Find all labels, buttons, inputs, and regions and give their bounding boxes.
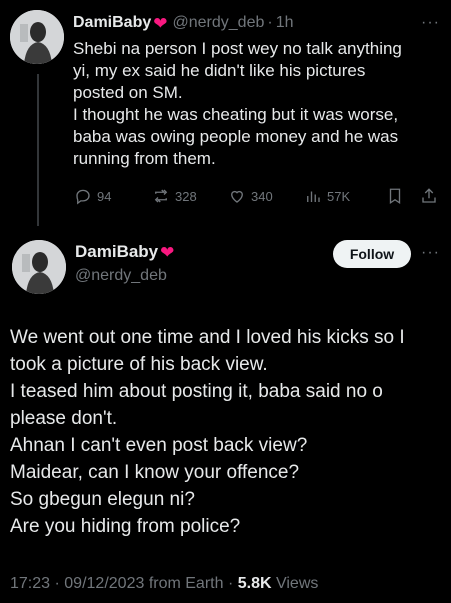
share-button[interactable] bbox=[420, 187, 438, 205]
reply-header: DamiBaby ❤ @nerdy_deb · 1h bbox=[73, 11, 293, 35]
reply-button[interactable]: 94 bbox=[74, 187, 111, 205]
follow-button[interactable]: Follow bbox=[333, 240, 411, 268]
reply-avatar[interactable] bbox=[10, 10, 64, 64]
reply-text-line: running from them. bbox=[73, 149, 216, 168]
bookmark-icon bbox=[389, 188, 401, 205]
views-icon bbox=[307, 191, 320, 202]
views-button[interactable]: 57K bbox=[304, 187, 350, 205]
main-text-line: Are you hiding from police? bbox=[10, 516, 241, 537]
separator-dot: · bbox=[54, 575, 60, 592]
like-icon bbox=[231, 190, 243, 203]
reply-text-line: Shebi na person I post wey no talk anyth… bbox=[73, 39, 402, 58]
red-heart-emoji-icon: ❤ bbox=[160, 242, 175, 262]
bookmark-button[interactable] bbox=[386, 187, 404, 205]
main-text-line: please don't. bbox=[10, 408, 118, 429]
repost-count: 328 bbox=[175, 188, 197, 204]
tweet-date[interactable]: 09/12/2023 bbox=[64, 575, 144, 592]
main-avatar[interactable] bbox=[12, 240, 66, 294]
reply-timestamp[interactable]: 1h bbox=[276, 14, 294, 32]
reply-more-options-icon[interactable]: ··· bbox=[421, 14, 440, 32]
tweet-views-label: Views bbox=[275, 575, 319, 592]
reply-count: 94 bbox=[97, 188, 112, 204]
main-more-options-icon[interactable]: ··· bbox=[421, 244, 440, 262]
separator-dot: · bbox=[267, 14, 273, 31]
views-count: 57K bbox=[327, 188, 351, 204]
red-heart-emoji-icon: ❤ bbox=[153, 13, 168, 33]
reply-text-line: yi, my ex said he didn't like his pictur… bbox=[73, 61, 366, 80]
main-author-row: DamiBaby ❤ bbox=[75, 242, 174, 262]
main-text-line: Maidear, can I know your offence? bbox=[10, 462, 300, 483]
tweet-source: from Earth bbox=[148, 575, 224, 592]
main-author-handle[interactable]: @nerdy_deb bbox=[75, 267, 167, 285]
repost-button[interactable]: 328 bbox=[152, 187, 197, 205]
reply-text-line: posted on SM. bbox=[73, 83, 183, 102]
tweet-views-count[interactable]: 5.8K bbox=[238, 575, 272, 592]
main-text-line: took a picture of his back view. bbox=[10, 354, 268, 375]
main-text-line: I teased him about posting it, baba said… bbox=[10, 381, 383, 402]
reply-text-line: baba was owing people money and he was bbox=[73, 127, 399, 146]
tweet-metadata: 17:23 · 09/12/2023 from Earth · 5.8K Vie… bbox=[10, 575, 318, 593]
main-author-name[interactable]: DamiBaby bbox=[75, 242, 158, 262]
repost-icon bbox=[154, 189, 168, 203]
main-text-line: Ahnan I can't even post back view? bbox=[10, 435, 308, 456]
like-count: 340 bbox=[251, 188, 273, 204]
thread-connector-line bbox=[37, 74, 39, 226]
tweet-time[interactable]: 17:23 bbox=[10, 575, 50, 592]
share-icon bbox=[422, 188, 436, 203]
main-text-line: We went out one time and I loved his kic… bbox=[10, 327, 405, 348]
like-button[interactable]: 340 bbox=[228, 187, 273, 205]
reply-author-handle[interactable]: @nerdy_deb bbox=[173, 14, 265, 32]
comment-icon bbox=[76, 189, 90, 205]
reply-text-line: I thought he was cheating but it was wor… bbox=[73, 105, 399, 124]
main-text-line: So gbegun elegun ni? bbox=[10, 489, 195, 510]
reply-action-bar: 94 328 340 57K bbox=[66, 187, 444, 211]
reply-author-name[interactable]: DamiBaby bbox=[73, 14, 151, 32]
reply-text: Shebi na person I post wey no talk anyth… bbox=[73, 38, 443, 170]
separator-dot: · bbox=[227, 575, 234, 592]
main-tweet-text: We went out one time and I loved his kic… bbox=[10, 324, 445, 540]
